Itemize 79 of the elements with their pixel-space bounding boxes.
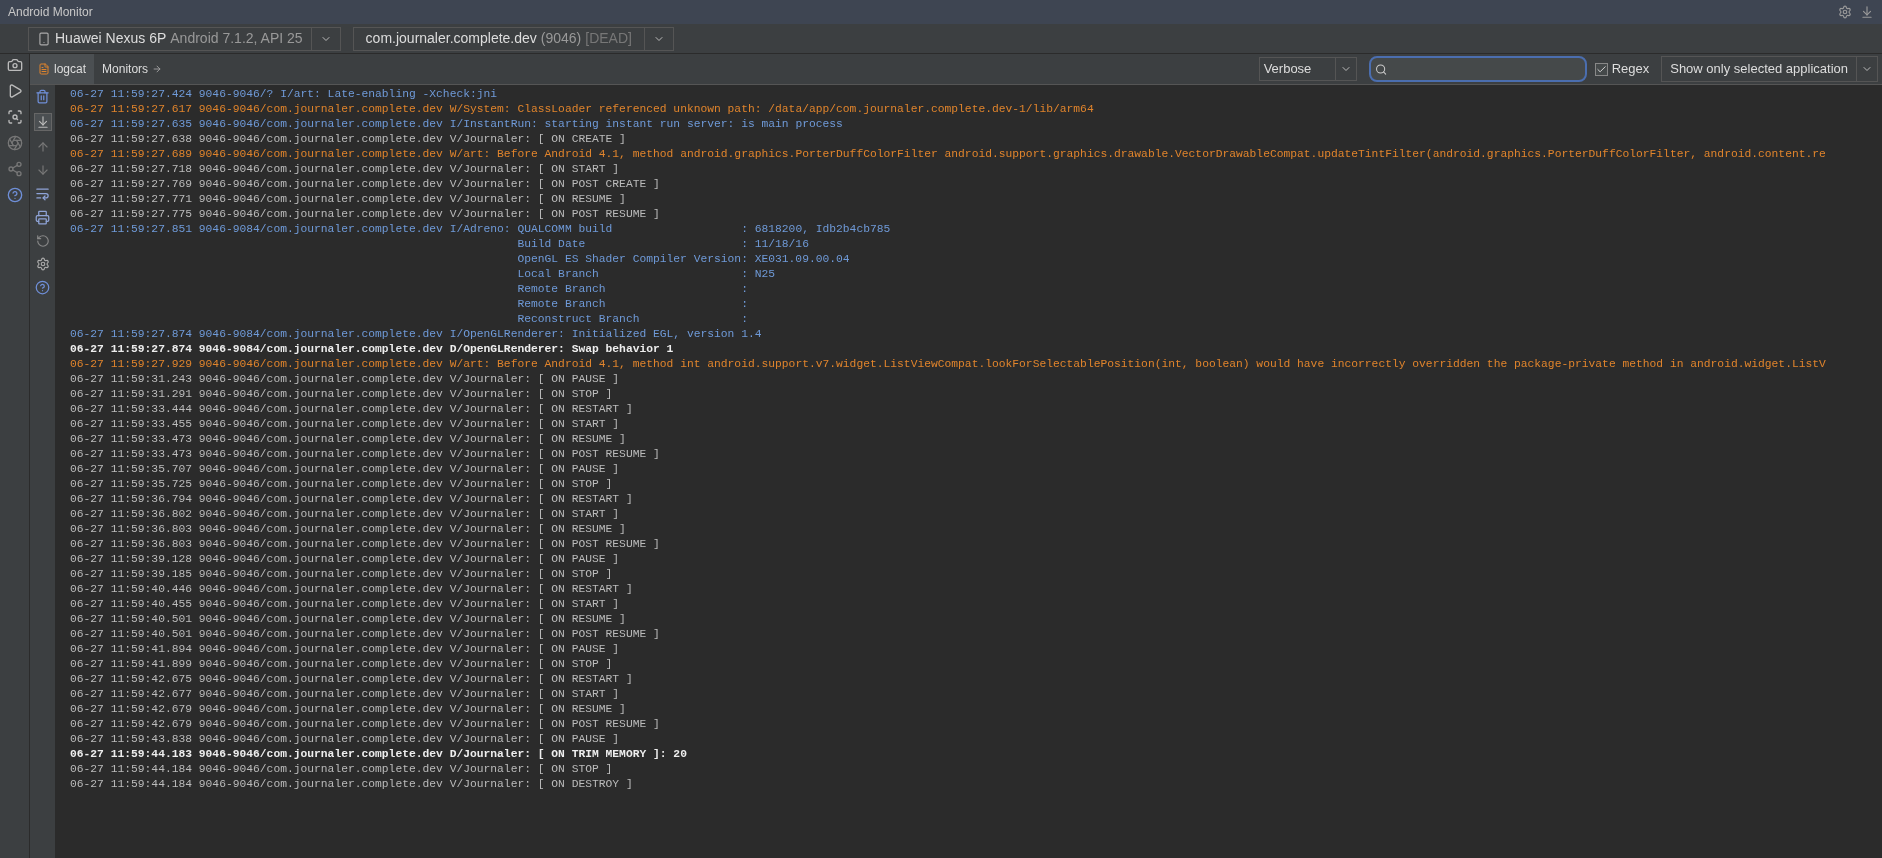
window-title: Android Monitor xyxy=(8,4,93,21)
log-line: 06-27 11:59:33.455 9046-9046/com.journaler.complete.dev V/Journaler: [ ON START ] xyxy=(70,417,620,432)
screen-record-icon[interactable] xyxy=(6,109,23,125)
log-line: 06-27 11:59:35.707 9046-9046/com.journaler.complete.dev V/Journaler: [ ON PAUSE ] xyxy=(70,462,620,477)
filter-dropdown[interactable]: Show only selected application xyxy=(1661,56,1878,82)
log-line: 06-27 11:59:40.501 9046-9046/com.journaler.complete.dev V/Journaler: [ ON RESUME ] xyxy=(70,612,626,627)
search-icon xyxy=(1374,62,1387,76)
log-line: 06-27 11:59:36.794 9046-9046/com.journaler.complete.dev V/Journaler: [ ON RESTART ] xyxy=(70,492,633,507)
log-line: 06-27 11:59:44.183 9046-9046/com.journaler.complete.dev D/Journaler: [ ON TRIM MEMORY ]: 20 xyxy=(70,747,687,762)
log-line: 06-27 11:59:42.679 9046-9046/com.journaler.complete.dev V/Journaler: [ ON RESUME ] xyxy=(70,702,626,717)
process-status: [DEAD] xyxy=(585,29,632,48)
help-icon[interactable] xyxy=(6,187,23,203)
log-line: 06-27 11:59:27.718 9046-9046/com.journaler.complete.dev V/Journaler: [ ON START ] xyxy=(70,162,620,177)
log-line: 06-27 11:59:43.838 9046-9046/com.journaler.complete.dev V/Journaler: [ ON PAUSE ] xyxy=(70,732,620,747)
log-line: 06-27 11:59:40.455 9046-9046/com.journaler.complete.dev V/Journaler: [ ON START ] xyxy=(70,597,620,612)
process-name: com.journaler.complete.dev xyxy=(365,29,537,48)
log-line: 06-27 11:59:33.444 9046-9046/com.journaler.complete.dev V/Journaler: [ ON RESTART ] xyxy=(70,402,633,417)
log-line: 06-27 11:59:36.803 9046-9046/com.journaler.complete.dev V/Journaler: [ ON POST RESUME ] xyxy=(70,537,660,552)
log-line: 06-27 11:59:42.679 9046-9046/com.journaler.complete.dev V/Journaler: [ ON POST RESUME ] xyxy=(70,717,660,732)
log-line: 06-27 11:59:27.617 9046-9046/com.journaler.complete.dev W/System: ClassLoader referenced unknown path: /data/app/com.journaler.complete.dev-1/lib/arm64 xyxy=(70,102,1094,117)
process-id: (9046) xyxy=(540,29,582,48)
log-line: 06-27 11:59:27.689 9046-9046/com.journaler.complete.dev W/art: Before Android 4.1, method android.graphics.PorterDuffColorFilter android.support.graphics.drawable.VectorDrawableCompat.updateTintFilter(android.graphics.PorterDuffColorFilter, android.content.re xyxy=(70,147,1826,162)
log-line: 06-27 11:59:42.675 9046-9046/com.journaler.complete.dev V/Journaler: [ ON RESTART ] xyxy=(70,672,633,687)
log-line: Remote Branch : xyxy=(517,297,748,312)
process-dropdown[interactable]: com.journaler.complete.dev (9046) [DEAD] xyxy=(352,26,674,51)
camera-icon[interactable] xyxy=(6,57,23,73)
log-line: 06-27 11:59:31.243 9046-9046/com.journaler.complete.dev V/Journaler: [ ON PAUSE ] xyxy=(70,372,620,387)
log-line: 06-27 11:59:27.874 9046-9084/com.journaler.complete.dev D/OpenGLRenderer: Swap behavior 1 xyxy=(70,342,674,357)
log-line: 06-27 11:59:39.128 9046-9046/com.journaler.complete.dev V/Journaler: [ ON PAUSE ] xyxy=(70,552,620,567)
log-line: 06-27 11:59:27.638 9046-9046/com.journaler.complete.dev V/Journaler: [ ON CREATE ] xyxy=(70,132,626,147)
device-name: Huawei Nexus 6P xyxy=(55,29,167,48)
log-line: 06-27 11:59:27.771 9046-9046/com.journaler.complete.dev V/Journaler: [ ON RESUME ] xyxy=(70,192,626,207)
soft-wrap-icon[interactable] xyxy=(35,186,50,201)
log-line: 06-27 11:59:40.501 9046-9046/com.journaler.complete.dev V/Journaler: [ ON POST RESUME ] xyxy=(70,627,660,642)
log-line: 06-27 11:59:33.473 9046-9046/com.journaler.complete.dev V/Journaler: [ ON RESUME ] xyxy=(70,432,626,447)
log-line: 06-27 11:59:40.446 9046-9046/com.journaler.complete.dev V/Journaler: [ ON RESTART ] xyxy=(70,582,633,597)
device-dropdown[interactable]: Huawei Nexus 6P Android 7.1.2, API 25 xyxy=(28,26,341,51)
share-icon[interactable] xyxy=(6,161,23,177)
trash-icon[interactable] xyxy=(35,89,50,104)
log-line: 06-27 11:59:27.851 9046-9084/com.journaler.complete.dev I/Adreno: QUALCOMM build : 6818200, Idb2b4cb785 xyxy=(70,222,891,237)
scroll-to-end-button[interactable] xyxy=(33,113,52,131)
up-arrow-icon[interactable] xyxy=(35,140,50,154)
print-icon[interactable] xyxy=(35,210,50,225)
log-line: 06-27 11:59:27.635 9046-9046/com.journaler.complete.dev I/InstantRun: starting instant run server: is main process xyxy=(70,117,843,132)
restart-icon[interactable] xyxy=(35,234,50,248)
help-icon[interactable] xyxy=(35,280,50,295)
log-line: 06-27 11:59:33.473 9046-9046/com.journaler.complete.dev V/Journaler: [ ON POST RESUME ] xyxy=(70,447,660,462)
log-line: 06-27 11:59:27.424 9046-9046/? I/art: Late-enabling -Xcheck:jni xyxy=(70,87,498,102)
log-line: 06-27 11:59:27.775 9046-9046/com.journaler.complete.dev V/Journaler: [ ON POST RESUME ] xyxy=(70,207,660,222)
check-icon xyxy=(1595,63,1607,75)
log-line: 06-27 11:59:36.803 9046-9046/com.journaler.complete.dev V/Journaler: [ ON RESUME ] xyxy=(70,522,626,537)
aperture-icon[interactable] xyxy=(6,135,23,151)
tab[interactable]: logcat xyxy=(30,54,95,84)
log-line: 06-27 11:59:41.894 9046-9046/com.journaler.complete.dev V/Journaler: [ ON PAUSE ] xyxy=(70,642,620,657)
log-line: 06-27 11:59:44.184 9046-9046/com.journaler.complete.dev V/Journaler: [ ON DESTROY ] xyxy=(70,777,633,792)
settings-icon[interactable] xyxy=(1838,5,1852,19)
log-line: 06-27 11:59:31.291 9046-9046/com.journaler.complete.dev V/Journaler: [ ON STOP ] xyxy=(70,387,613,402)
log-line: 06-27 11:59:35.725 9046-9046/com.journaler.complete.dev V/Journaler: [ ON STOP ] xyxy=(70,477,613,492)
log-line: 06-27 11:59:27.874 9046-9084/com.journaler.complete.dev I/OpenGLRenderer: Initialized EGL, version 1.4 xyxy=(70,327,762,342)
log-line: Reconstruct Branch : xyxy=(517,312,748,327)
regex-checkbox[interactable]: Regex xyxy=(1594,59,1650,79)
phone-icon xyxy=(37,31,51,46)
down-arrow-icon[interactable] xyxy=(35,163,50,177)
log-line: Remote Branch : xyxy=(517,282,748,297)
search-field[interactable] xyxy=(1368,56,1587,82)
log-line: 06-27 11:59:39.185 9046-9046/com.journaler.complete.dev V/Journaler: [ ON STOP ] xyxy=(70,567,613,582)
log-line: 06-27 11:59:27.929 9046-9046/com.journaler.complete.dev W/art: Before Android 4.1, method int android.support.v7.widget.ListViewCompat.lookForSelectablePosition(int, boolean) would have incorrectly overridden the package-private method in android.widget.ListV xyxy=(70,357,1826,372)
log-line: 06-27 11:59:41.899 9046-9046/com.journaler.complete.dev V/Journaler: [ ON STOP ] xyxy=(70,657,613,672)
log-line: 06-27 11:59:44.184 9046-9046/com.journaler.complete.dev V/Journaler: [ ON STOP ] xyxy=(70,762,613,777)
log-line: Build Date : 11/18/16 xyxy=(517,237,809,252)
log-line: 06-27 11:59:36.802 9046-9046/com.journaler.complete.dev V/Journaler: [ ON START ] xyxy=(70,507,620,522)
settings-icon[interactable] xyxy=(35,257,50,271)
log-line: 06-27 11:59:42.677 9046-9046/com.journaler.complete.dev V/Journaler: [ ON START ] xyxy=(70,687,620,702)
log-line: OpenGL ES Shader Compiler Version: XE031.09.00.04 xyxy=(517,252,850,267)
log-line: 06-27 11:59:27.769 9046-9046/com.journaler.complete.dev V/Journaler: [ ON POST CREATE ] xyxy=(70,177,660,192)
log-level-dropdown[interactable]: Verbose xyxy=(1258,57,1357,81)
log-line: Local Branch : N25 xyxy=(517,267,776,282)
tab[interactable]: Monitors xyxy=(94,54,171,84)
device-detail: Android 7.1.2, API 25 xyxy=(170,29,303,48)
